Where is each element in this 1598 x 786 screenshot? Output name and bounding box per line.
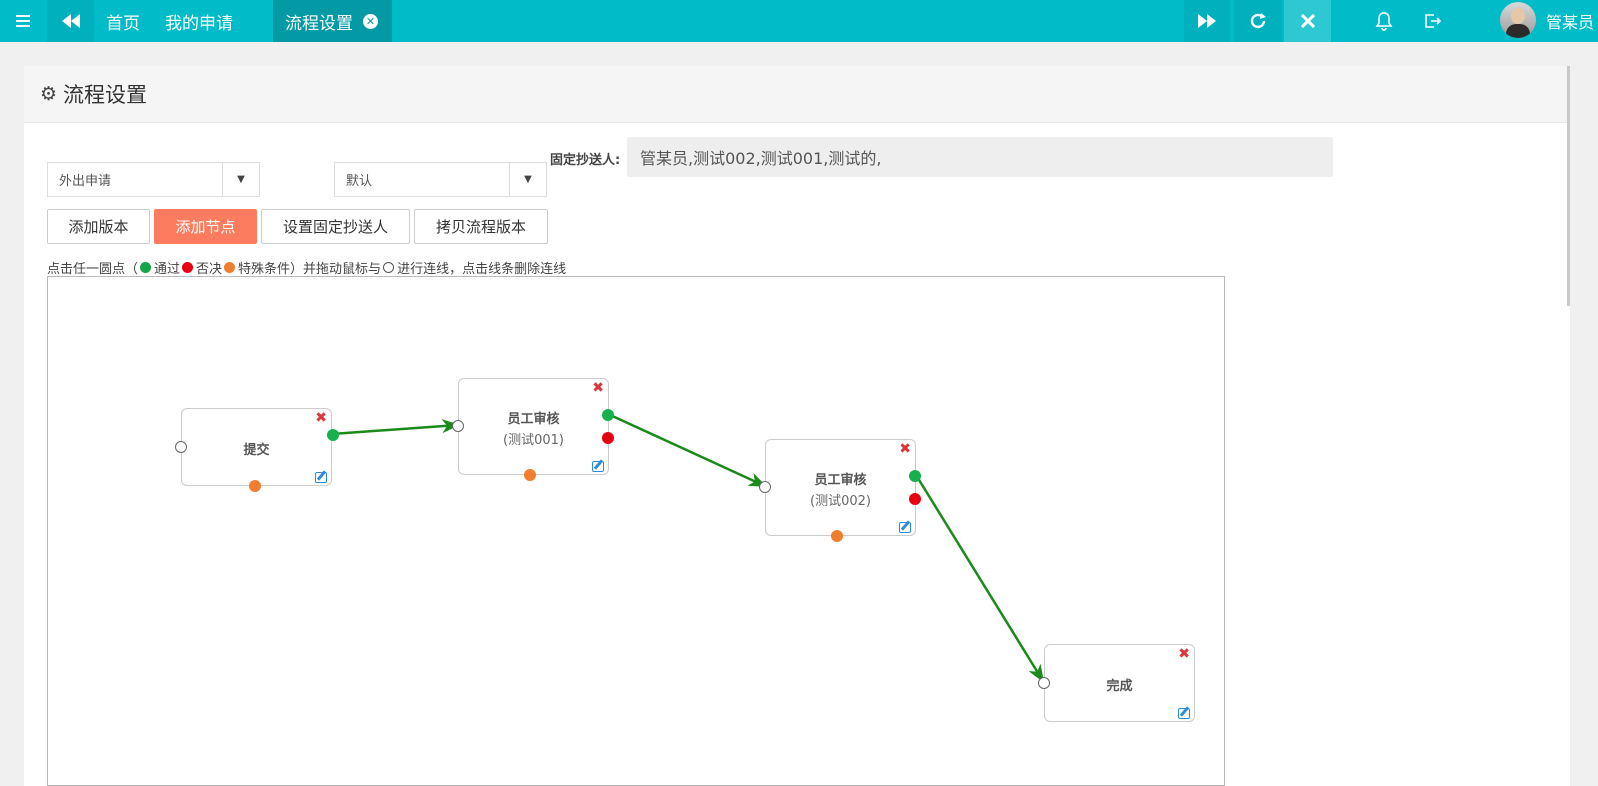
gear-icon: ⚙	[40, 83, 58, 105]
tab-process-settings-label: 流程设置	[285, 13, 353, 34]
pass-dot-icon	[140, 262, 152, 273]
hint-special: 特殊条件）并拖动鼠标与	[238, 262, 382, 277]
set-cc-button[interactable]: 设置固定抄送人	[261, 209, 410, 244]
copy-version-button[interactable]: 拷贝流程版本	[414, 209, 548, 244]
tab-my-applications[interactable]: 我的申请	[165, 0, 233, 42]
delete-node-icon[interactable]: ✖	[1178, 646, 1190, 662]
node-title: 完成	[1106, 679, 1133, 694]
flow-node-review-1[interactable]: 员工审核 (测试001) ✖	[452, 378, 614, 481]
hint-part1: 点击任一圆点（	[47, 262, 139, 277]
special-dot-icon	[224, 262, 236, 273]
input-port[interactable]	[175, 441, 187, 453]
hint-part2: 进行连线，点击线条删除连线	[397, 262, 567, 277]
hint-pass: 通过	[154, 262, 181, 277]
reject-port[interactable]	[909, 493, 921, 505]
flow-node-review-2[interactable]: 员工审核 (测试002) ✖	[759, 439, 921, 542]
connection-hint: 点击任一圆点（ 通过 否决 特殊条件）并拖动鼠标与 进行连线，点击线条删除连线	[47, 258, 566, 277]
chevron-down-icon[interactable]: ▼	[509, 163, 546, 196]
cc-label: 固定抄送人:	[550, 153, 621, 168]
node-title: 员工审核	[814, 473, 867, 488]
bell-icon[interactable]	[1366, 0, 1402, 42]
edit-icon[interactable]	[899, 522, 911, 533]
flow-node-submit[interactable]: 提交 ✖	[175, 408, 339, 492]
reject-dot-icon	[182, 262, 194, 273]
flow-node-done[interactable]: 完成 ✖	[1038, 644, 1195, 722]
refresh-icon[interactable]	[1234, 0, 1282, 42]
close-icon[interactable]	[1284, 0, 1331, 42]
tab-process-settings[interactable]: 流程设置 ✕	[273, 0, 392, 42]
reject-port[interactable]	[602, 432, 614, 444]
cc-field[interactable]: 管某员,测试002,测试001,测试的,	[627, 137, 1333, 177]
chevron-down-icon[interactable]: ▼	[222, 163, 259, 196]
username[interactable]: 管某员	[1546, 0, 1594, 42]
panel-header: ⚙ 流程设置	[24, 66, 1570, 123]
delete-node-icon[interactable]: ✖	[315, 410, 327, 426]
special-port[interactable]	[524, 469, 536, 481]
node-title: 员工审核	[507, 412, 560, 427]
avatar[interactable]	[1500, 2, 1536, 38]
input-port[interactable]	[1038, 677, 1050, 689]
special-port[interactable]	[249, 480, 261, 492]
tab-close-icon[interactable]: ✕	[363, 13, 378, 29]
input-dot-icon	[383, 262, 395, 273]
cc-field-value: 管某员,测试002,测试001,测试的,	[640, 149, 882, 168]
hint-reject: 否决	[196, 262, 223, 277]
node-assignee: (测试001)	[503, 433, 564, 448]
flow-canvas[interactable]: 提交 ✖ 员工审核 (测试001) ✖ 员工审核 (测试002) ✖ 完成 ✖	[47, 276, 1225, 786]
node-assignee: (测试002)	[810, 494, 871, 509]
edit-icon[interactable]	[315, 472, 327, 483]
scrollbar[interactable]	[1567, 66, 1570, 306]
edit-icon[interactable]	[1178, 708, 1190, 719]
main-panel: ⚙ 流程设置 外出申请 ▼ 默认 ▼ 固定抄送人: 管某员,测试002,测试00…	[24, 66, 1570, 786]
rewind-icon[interactable]	[47, 0, 94, 42]
page-title: 流程设置	[63, 83, 148, 107]
logout-icon[interactable]	[1414, 0, 1450, 42]
add-version-button[interactable]: 添加版本	[47, 209, 150, 244]
link-review1-to-review2[interactable]	[607, 412, 767, 488]
process-select[interactable]: 外出申请 ▼	[47, 162, 260, 197]
delete-node-icon[interactable]: ✖	[899, 441, 911, 457]
version-select[interactable]: 默认 ▼	[334, 162, 547, 197]
special-port[interactable]	[831, 530, 843, 542]
pass-port[interactable]	[909, 470, 921, 482]
tab-home[interactable]: 首页	[106, 0, 140, 42]
pass-port[interactable]	[602, 409, 614, 421]
input-port[interactable]	[452, 420, 464, 432]
node-title: 提交	[243, 443, 270, 458]
pass-port[interactable]	[327, 429, 339, 441]
version-select-value: 默认	[346, 174, 373, 189]
menu-icon[interactable]	[0, 0, 46, 42]
input-port[interactable]	[759, 481, 771, 493]
link-submit-to-review1[interactable]	[331, 419, 460, 436]
process-select-value: 外出申请	[59, 174, 112, 189]
delete-node-icon[interactable]: ✖	[592, 380, 604, 396]
link-review2-to-done[interactable]	[914, 474, 1045, 683]
fast-forward-icon[interactable]	[1184, 0, 1230, 42]
add-node-button[interactable]: 添加节点	[154, 209, 257, 244]
top-bar: 首页 我的申请 流程设置 ✕ 管某员	[0, 0, 1598, 42]
edit-icon[interactable]	[592, 461, 604, 472]
